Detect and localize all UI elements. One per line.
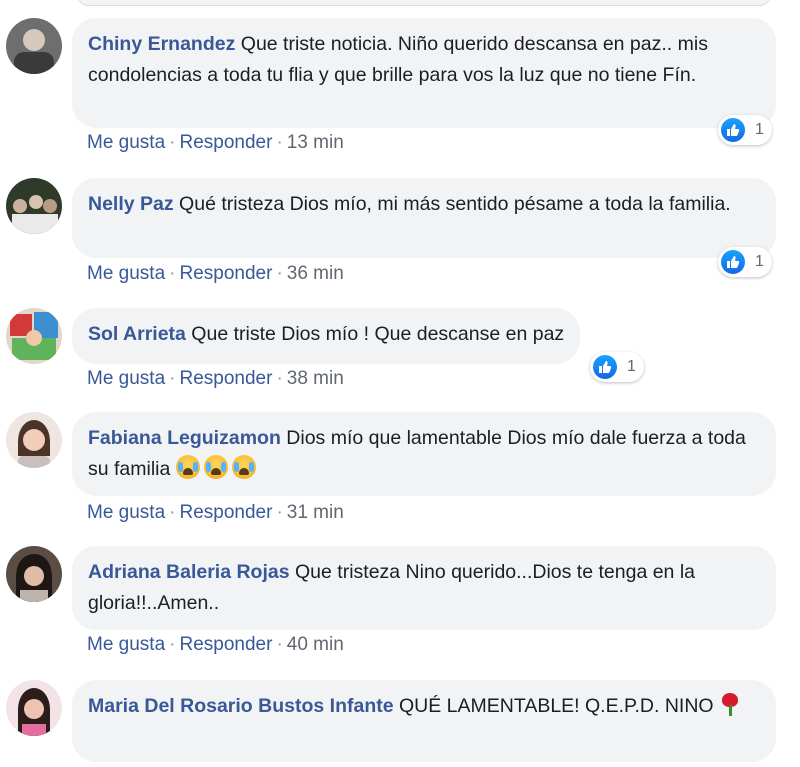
comment-bubble: Nelly Paz Qué tristeza Dios mío, mi más … <box>72 178 776 258</box>
reply-link[interactable]: Responder <box>179 634 272 655</box>
avatar[interactable] <box>6 680 62 736</box>
comment-bubble: Fabiana Leguizamon Dios mío que lamentab… <box>72 412 776 496</box>
reaction-summary[interactable]: 1 <box>718 115 772 145</box>
comment-bubble: Adriana Baleria Rojas Que tristeza Nino … <box>72 546 776 630</box>
reaction-count: 1 <box>755 121 764 138</box>
separator-dot: · <box>276 132 283 153</box>
comment-actions: Me gusta · Responder · 38 min <box>87 367 344 391</box>
comment-actions: Me gusta · Responder · 13 min <box>87 131 344 155</box>
rose-icon <box>719 692 741 716</box>
like-icon <box>593 355 617 379</box>
reply-link[interactable]: Responder <box>179 368 272 389</box>
like-link[interactable]: Me gusta <box>87 132 165 153</box>
like-link[interactable]: Me gusta <box>87 263 165 284</box>
comment-text: Que triste Dios mío ! Que descanse en pa… <box>185 323 565 345</box>
crying-face-icon <box>175 455 200 479</box>
comment-timestamp[interactable]: 31 min <box>287 502 344 523</box>
comment-author[interactable]: Fabiana Leguizamon <box>88 427 281 449</box>
comment-timestamp[interactable]: 38 min <box>287 368 344 389</box>
avatar[interactable] <box>6 412 62 468</box>
comment-text: Qué tristeza Dios mío, mi más sentido pé… <box>173 193 731 215</box>
avatar[interactable] <box>6 178 62 234</box>
comment-author[interactable]: Nelly Paz <box>88 193 174 215</box>
like-link[interactable]: Me gusta <box>87 502 165 523</box>
comment-actions: Me gusta · Responder · 40 min <box>87 633 344 657</box>
comment-author[interactable]: Adriana Baleria Rojas <box>88 561 290 583</box>
comment-timestamp[interactable]: 40 min <box>287 634 344 655</box>
avatar[interactable] <box>6 546 62 602</box>
comment-bubble: Chiny Ernandez Que triste noticia. Niño … <box>72 18 776 128</box>
reaction-count: 1 <box>755 253 764 270</box>
reply-link[interactable]: Responder <box>179 132 272 153</box>
separator-dot: · <box>169 263 176 284</box>
separator-dot: · <box>276 502 283 523</box>
separator-dot: · <box>276 634 283 655</box>
like-link[interactable]: Me gusta <box>87 368 165 389</box>
separator-dot: · <box>276 368 283 389</box>
comment-bubble: Sol Arrieta Que triste Dios mío ! Que de… <box>72 308 581 364</box>
comment-timestamp[interactable]: 36 min <box>287 263 344 284</box>
crying-face-icon <box>203 455 228 479</box>
comment-author[interactable]: Chiny Ernandez <box>88 33 235 55</box>
comment-actions: Me gusta · Responder · 31 min <box>87 501 344 525</box>
avatar[interactable] <box>6 308 62 364</box>
comment-author[interactable]: Maria Del Rosario Bustos Infante <box>88 695 394 717</box>
like-icon <box>721 250 745 274</box>
separator-dot: · <box>169 368 176 389</box>
comment-timestamp[interactable]: 13 min <box>287 132 344 153</box>
separator-dot: · <box>169 132 176 153</box>
separator-dot: · <box>276 263 283 284</box>
comment-author[interactable]: Sol Arrieta <box>88 323 186 345</box>
comment-actions: Me gusta · Responder · 36 min <box>87 262 344 286</box>
avatar[interactable] <box>6 18 62 74</box>
previous-comment-bubble <box>78 0 770 6</box>
comment-bubble: Maria Del Rosario Bustos Infante QUÉ LAM… <box>72 680 776 762</box>
like-icon <box>721 118 745 142</box>
separator-dot: · <box>169 502 176 523</box>
separator-dot: · <box>169 634 176 655</box>
reaction-summary[interactable]: 1 <box>590 352 644 382</box>
reaction-count: 1 <box>627 358 636 375</box>
reaction-summary[interactable]: 1 <box>718 247 772 277</box>
reply-link[interactable]: Responder <box>179 502 272 523</box>
crying-face-icon <box>231 455 256 479</box>
comment-text: QUÉ LAMENTABLE! Q.E.P.D. NINO <box>393 695 720 717</box>
reply-link[interactable]: Responder <box>179 263 272 284</box>
like-link[interactable]: Me gusta <box>87 634 165 655</box>
